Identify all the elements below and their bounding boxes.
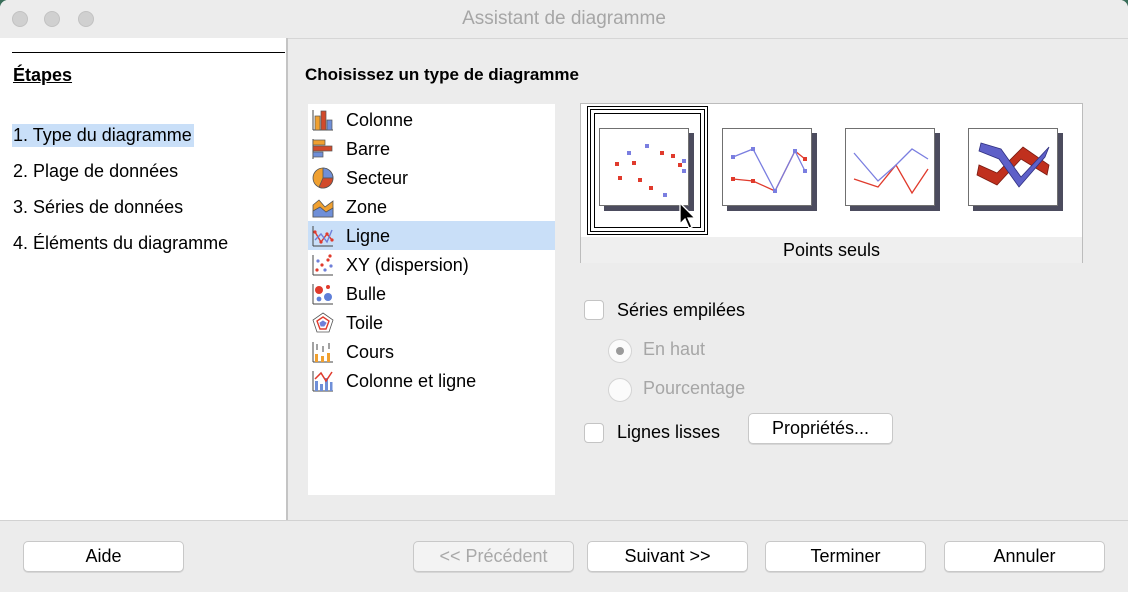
properties-button[interactable]: Propriétés... (748, 413, 893, 444)
variant-caption: Points seuls (581, 237, 1082, 263)
percent-radio[interactable] (608, 378, 632, 402)
stacked-series-label: Séries empilées (617, 300, 746, 320)
bubble-chart-icon (312, 284, 333, 305)
points-only-variant[interactable] (599, 128, 695, 212)
window-title: Assistant de diagramme (462, 8, 666, 29)
main-title: Choisissez un type de diagramme (305, 65, 579, 84)
mouse-cursor-icon (679, 202, 697, 229)
chart-type-label: Toile (346, 313, 384, 333)
chart-type-pie[interactable]: Secteur (308, 163, 555, 192)
cancel-button[interactable]: Annuler (944, 541, 1105, 572)
lines-only-thumbnail (853, 148, 929, 195)
step-data-series[interactable]: 3. Séries de données (12, 196, 185, 219)
panel-separator (286, 38, 288, 520)
chart-wizard-window: Assistant de diagramme Étapes 1. Type du… (0, 0, 1128, 592)
column-line-chart-icon (312, 371, 333, 392)
chart-type-label: Colonne et ligne (346, 371, 477, 391)
stacked-series-checkbox[interactable] (584, 300, 604, 320)
title-bar: Assistant de diagramme (0, 0, 1128, 39)
steps-panel: Étapes 1. Type du diagramme 2. Plage de … (0, 38, 286, 520)
next-button[interactable]: Suivant >> (587, 541, 748, 572)
chart-type-label: Cours (346, 342, 395, 362)
lines-only-variant[interactable] (845, 128, 941, 212)
chart-variant-panel: Points seuls (580, 103, 1083, 263)
3d-lines-variant[interactable] (968, 128, 1064, 212)
steps-divider (12, 52, 285, 53)
percent-label: Pourcentage (643, 378, 746, 398)
previous-button[interactable]: << Précédent (413, 541, 574, 572)
chart-type-bar[interactable]: Barre (308, 134, 555, 163)
column-chart-icon (312, 110, 333, 131)
smooth-lines-label: Lignes lisses (617, 422, 721, 442)
bar-chart-icon (312, 139, 333, 159)
points-only-thumbnail (615, 144, 686, 197)
chart-type-area[interactable]: Zone (308, 192, 555, 221)
finish-button[interactable]: Terminer (765, 541, 926, 572)
line-chart-icon (312, 226, 334, 247)
chart-type-label: Secteur (346, 168, 409, 188)
area-chart-icon (312, 199, 334, 218)
chart-type-label: Ligne (346, 226, 391, 246)
pie-chart-icon (312, 167, 334, 189)
chart-type-column-and-line[interactable]: Colonne et ligne (308, 366, 555, 395)
step-data-range[interactable]: 2. Plage de données (12, 160, 180, 183)
step-chart-elements[interactable]: 4. Éléments du diagramme (12, 232, 230, 255)
3d-lines-thumbnail (976, 142, 1050, 188)
chart-type-list[interactable]: Colonne Barre Secteur Zone Ligne XY (dis… (308, 104, 555, 495)
points-and-lines-thumbnail (731, 147, 807, 193)
chart-type-label: Bulle (346, 284, 387, 304)
chart-type-column[interactable]: Colonne (308, 105, 555, 134)
net-chart-icon (312, 312, 334, 333)
stock-chart-icon (312, 342, 333, 363)
help-button[interactable]: Aide (23, 541, 184, 572)
chart-type-net[interactable]: Toile (308, 308, 555, 337)
on-top-label: En haut (643, 339, 706, 359)
chart-type-label: Barre (346, 139, 391, 159)
chart-type-bubble[interactable]: Bulle (308, 279, 555, 308)
on-top-radio[interactable] (608, 339, 632, 363)
chart-type-line[interactable]: Ligne (308, 221, 555, 250)
steps-heading: Étapes (13, 65, 73, 85)
footer-divider (0, 520, 1128, 521)
points-and-lines-variant[interactable] (722, 128, 818, 212)
chart-type-label: XY (dispersion) (346, 255, 469, 275)
chart-type-label: Colonne (346, 110, 414, 130)
smooth-lines-checkbox[interactable] (584, 423, 604, 443)
scatter-chart-icon (312, 254, 333, 276)
chart-type-stock[interactable]: Cours (308, 337, 555, 366)
step-chart-type[interactable]: 1. Type du diagramme (12, 124, 194, 147)
chart-type-label: Zone (346, 197, 388, 217)
chart-type-xy-scatter[interactable]: XY (dispersion) (308, 250, 555, 279)
